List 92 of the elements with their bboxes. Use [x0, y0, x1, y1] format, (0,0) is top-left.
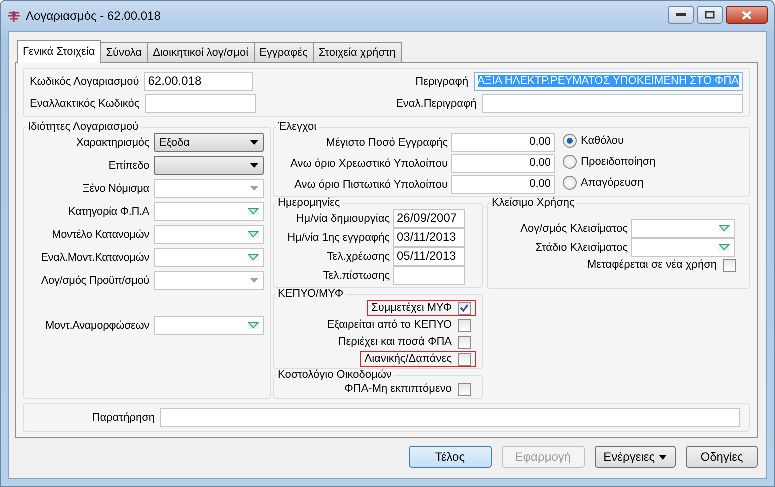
radio-button[interactable]	[563, 155, 577, 169]
minimize-button[interactable]	[668, 6, 694, 24]
radio-label: Απαγόρευση	[581, 177, 644, 189]
tab[interactable]: Στοιχεία χρήστη	[312, 42, 402, 62]
maximize-icon	[705, 11, 715, 19]
field-label: Κατηγορία Φ.Π.Α	[68, 206, 150, 218]
checkbox[interactable]	[723, 258, 736, 272]
field-label: Λογ/σμός Προϋπ/σμού	[40, 274, 150, 286]
field-label: Ημ/νία δημιουργίας	[295, 212, 390, 224]
input-field[interactable]: 0,00	[451, 154, 555, 173]
input-field[interactable]	[482, 94, 743, 113]
field-label: Χαρακτηρισμός	[76, 136, 150, 148]
group-title: Κοστολόγιο Οικοδομών	[277, 369, 393, 381]
field-label: Μοντέλο Κατανομών	[51, 228, 150, 240]
input-field[interactable]: 0,00	[451, 133, 555, 152]
dropdown-field[interactable]	[631, 219, 735, 238]
checkbox-label: Εξαιρείται από το ΚΕΠΥΟ	[327, 319, 452, 331]
maximize-button[interactable]	[697, 6, 723, 24]
close-icon	[742, 10, 752, 20]
dropdown-arrow-icon	[248, 322, 259, 329]
input-field[interactable]: 62.00.018	[144, 72, 254, 91]
radio-button[interactable]	[563, 176, 577, 190]
dropdown-arrow-icon	[719, 225, 730, 232]
checkbox-label: Περιέχει και ποσά ΦΠΑ	[338, 336, 452, 348]
checkbox-label: Μεταφέρεται σε νέα χρήση	[588, 259, 717, 271]
field-label: Εναλ.Περιγραφή	[395, 98, 477, 110]
group-title: Έλεγχοι	[277, 121, 318, 133]
dropdown-arrow-icon	[250, 278, 259, 283]
radio-button[interactable]	[563, 134, 577, 148]
dialog-button[interactable]: Τέλος	[408, 446, 492, 468]
input-field[interactable]: 05/11/2013	[393, 247, 465, 266]
input-field[interactable]: 26/09/2007	[393, 209, 465, 228]
tab[interactable]: Διοικητικοί λογ/σμοί	[147, 42, 255, 62]
dropdown-field[interactable]	[631, 238, 735, 257]
checkbox[interactable]	[458, 382, 471, 396]
field-label: Περιγραφή	[414, 76, 469, 88]
checkbox-label: Λιανικής/Δαπάνες	[364, 353, 452, 365]
checkbox[interactable]	[458, 336, 471, 348]
field-label: Λογ/σμός Κλεισίματος	[520, 222, 628, 234]
dropdown-arrow-icon	[250, 186, 259, 191]
radio-label: Καθόλου	[581, 135, 624, 147]
field-label: Ξένο Νόμισμα	[82, 182, 150, 194]
field-label: Ανω όριο Πιστωτικό Υπολοίπου	[294, 178, 448, 190]
input-field[interactable]: 03/11/2013	[393, 228, 465, 247]
input-field[interactable]	[160, 408, 740, 427]
input-field[interactable]: 0,00	[451, 175, 555, 194]
app-icon	[7, 10, 21, 22]
field-label: Εναλ.Μοντ.Κατανομών	[40, 252, 150, 264]
minimize-icon	[676, 13, 686, 17]
dropdown-field[interactable]	[154, 225, 264, 244]
group-title: Κλείσιμο Χρήσης	[491, 197, 576, 209]
caret-icon	[659, 454, 667, 460]
field-label: Επίπεδο	[108, 160, 150, 172]
field-label: Ανω όριο Χρεωστικό Υπολοίπου	[290, 158, 448, 170]
input-field[interactable]	[393, 266, 465, 285]
menu-button[interactable]: Ενέργειες	[594, 446, 676, 468]
group-title: Ημερομηνίες	[277, 197, 342, 209]
dropdown-field[interactable]	[154, 156, 264, 175]
dialog-button[interactable]: Οδηγίες	[686, 446, 758, 468]
field-label: Κωδικός Λογαριασμού	[30, 76, 140, 88]
dropdown-field[interactable]	[154, 316, 264, 335]
checkbox-label: Συμμετέχει ΜΥΦ	[372, 302, 452, 314]
dropdown-field[interactable]	[154, 202, 264, 221]
group-title: Ιδιότητες Λογαριασμού	[27, 121, 140, 133]
tab[interactable]: Εγγραφές	[254, 42, 314, 62]
dropdown-field[interactable]: Εξοδα	[154, 133, 264, 152]
field-label: Τελ.πίστωσης	[322, 270, 390, 282]
field-label: Παρατήρηση	[91, 412, 155, 424]
dropdown-arrow-icon	[250, 140, 259, 145]
input-field[interactable]	[144, 94, 256, 113]
field-label: Ημ/νία 1ης εγγραφής	[286, 232, 390, 244]
tab[interactable]: Γενικά Στοιχεία	[17, 40, 102, 63]
tab[interactable]: Σύνολα	[100, 42, 148, 62]
field-label: Τελ.χρέωσης	[326, 250, 390, 262]
field-label: Μέγιστο Ποσό Εγγραφής	[325, 136, 448, 148]
field-label: Μοντ.Αναμορφώσεων	[44, 320, 150, 332]
dropdown-arrow-icon	[248, 231, 259, 238]
group-title: ΚΕΠΥΟ/ΜΥΦ	[277, 288, 345, 300]
dropdown-arrow-icon	[248, 208, 259, 215]
field-label: Εναλλακτικός Κωδικός	[30, 98, 140, 110]
close-button[interactable]	[726, 6, 768, 24]
window-title: Λογαριασμός - 62.00.018	[26, 9, 161, 23]
field-label: Στάδιο Κλεισίματος	[534, 242, 628, 254]
dropdown-arrow-icon	[248, 254, 259, 261]
radio-label: Προειδοποίηση	[581, 156, 656, 168]
checkbox[interactable]	[458, 352, 471, 366]
dropdown-arrow-icon	[719, 244, 730, 251]
checkbox[interactable]	[458, 318, 471, 332]
checkbox[interactable]	[458, 302, 471, 314]
checkbox-label: ΦΠΑ-Μη εκπιπτόμενο	[344, 383, 452, 395]
dropdown-arrow-icon	[250, 163, 259, 168]
dropdown-field[interactable]	[154, 248, 264, 267]
